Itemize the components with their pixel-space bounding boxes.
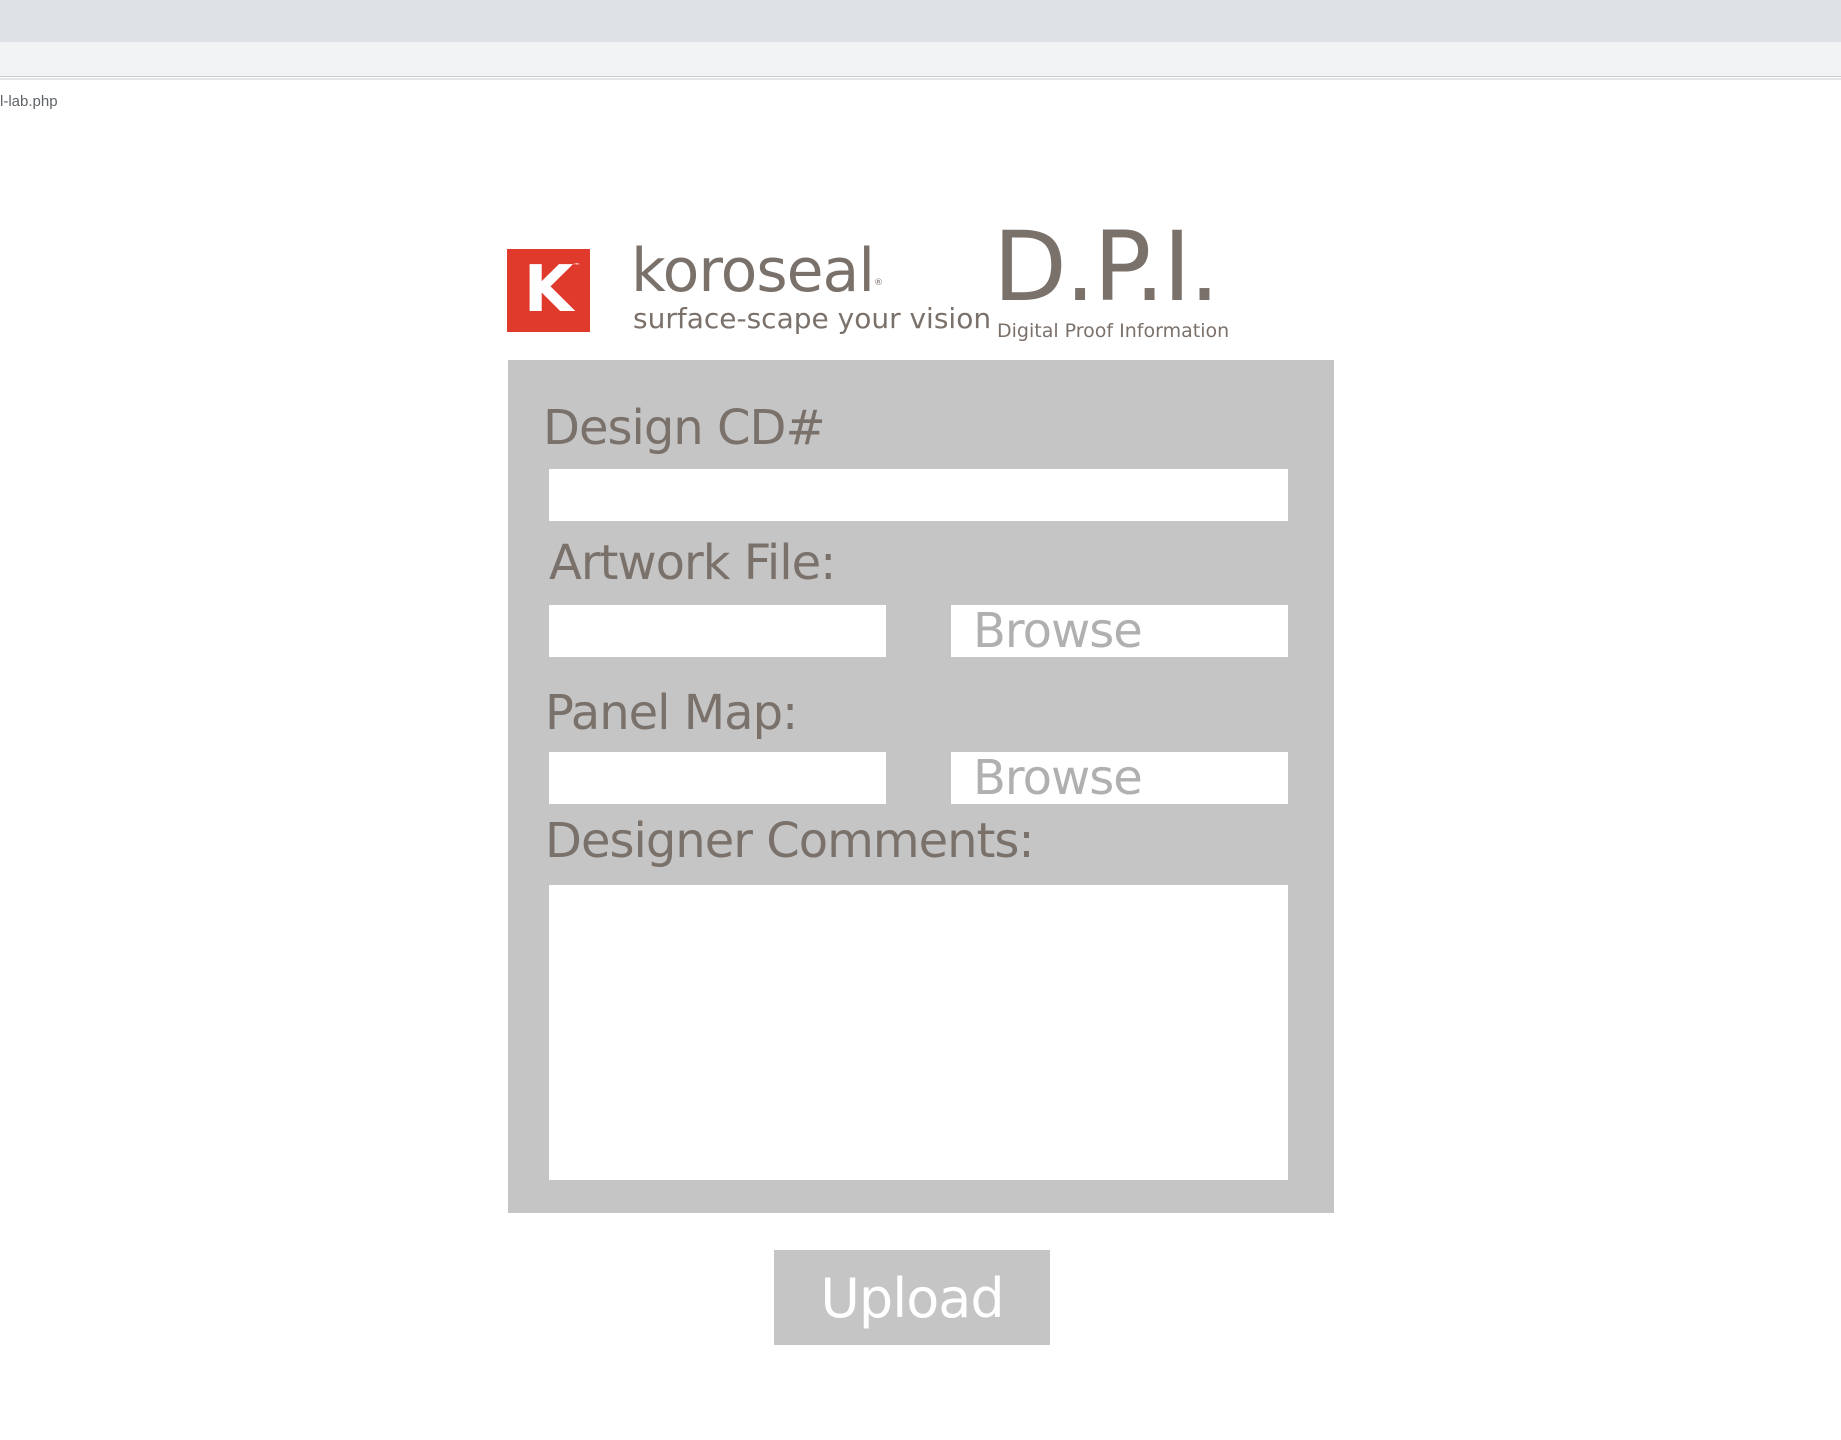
dpi-title: D.P.I.	[993, 211, 1220, 323]
designer-comments-textarea[interactable]	[549, 885, 1288, 1180]
browser-tab-strip	[0, 0, 1841, 42]
brand-name: koroseal®	[631, 238, 991, 304]
artwork-file-label: Artwork File:	[549, 535, 836, 591]
brand-registered-mark: ®	[874, 278, 883, 288]
brand-tagline: surface-scape your vision	[633, 302, 992, 335]
design-cd-input[interactable]	[549, 469, 1288, 521]
koroseal-k-logo: K ™	[507, 249, 590, 332]
browser-divider	[0, 78, 1841, 80]
url-text[interactable]: l-lab.php	[0, 93, 58, 110]
panel-map-input[interactable]	[549, 752, 886, 804]
panel-map-label: Panel Map:	[545, 685, 798, 741]
dpi-block: D.P.I. Digital Proof Information	[993, 218, 1229, 342]
dpi-subtitle: Digital Proof Information	[997, 320, 1230, 342]
logo-letter: K	[523, 253, 574, 327]
browser-address-bar[interactable]: l-lab.php	[0, 42, 1841, 110]
panel-map-browse-button[interactable]: Browse	[951, 752, 1288, 804]
brand-name-text: koroseal	[631, 236, 875, 306]
upload-button[interactable]: Upload	[774, 1250, 1050, 1345]
designer-comments-label: Designer Comments:	[545, 813, 1035, 869]
design-cd-label: Design CD#	[543, 400, 826, 456]
upload-form-panel: Design CD# Artwork File: Browse Panel Ma…	[508, 360, 1334, 1213]
brand-block: koroseal® surface-scape your vision	[631, 238, 991, 334]
artwork-file-input[interactable]	[549, 605, 886, 657]
artwork-browse-button[interactable]: Browse	[951, 605, 1288, 657]
logo-trademark: ™	[573, 262, 580, 270]
